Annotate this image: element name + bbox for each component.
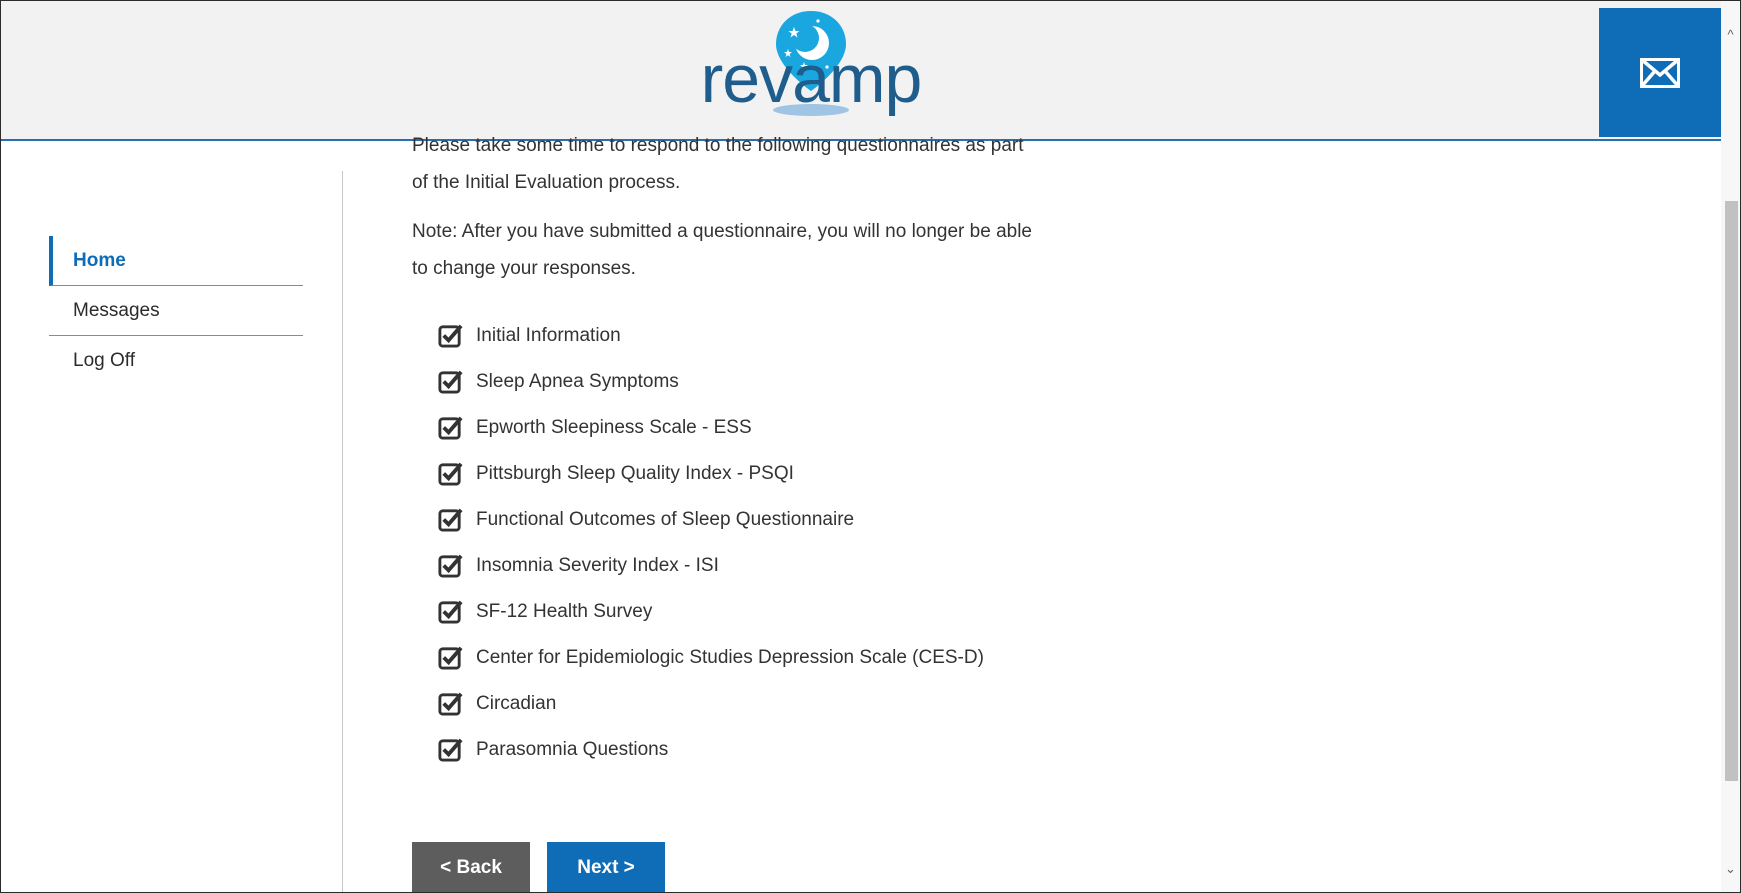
questionnaire-label: Circadian: [476, 692, 557, 714]
checked-checkbox-icon: [438, 600, 463, 624]
main-content: Please take some time to respond to the …: [412, 127, 1172, 772]
questionnaire-label: Insomnia Severity Index - ISI: [476, 554, 719, 576]
scrollbar-thumb[interactable]: [1725, 201, 1738, 781]
questionnaire-item[interactable]: Sleep Apnea Symptoms: [437, 358, 1172, 404]
intro-line-1: Please take some time to respond to the …: [412, 135, 1024, 156]
questionnaire-label: Parasomnia Questions: [476, 738, 669, 760]
questionnaire-label: Functional Outcomes of Sleep Questionnai…: [476, 508, 855, 530]
note-text: Note: After you have submitted a questio…: [412, 213, 1172, 287]
questionnaire-label: Epworth Sleepiness Scale - ESS: [476, 416, 752, 438]
vertical-scrollbar[interactable]: ^ ⌄: [1721, 1, 1740, 892]
questionnaire-item[interactable]: Functional Outcomes of Sleep Questionnai…: [437, 496, 1172, 542]
next-button[interactable]: Next >: [547, 842, 665, 892]
questionnaire-item[interactable]: Epworth Sleepiness Scale - ESS: [437, 404, 1172, 450]
checked-checkbox-icon: [438, 692, 463, 716]
questionnaire-list: Initial Information Sleep Apnea Symptoms…: [437, 312, 1172, 772]
questionnaire-item[interactable]: Pittsburgh Sleep Quality Index - PSQI: [437, 450, 1172, 496]
questionnaire-item[interactable]: Circadian: [437, 680, 1172, 726]
questionnaire-item[interactable]: Initial Information: [437, 312, 1172, 358]
sidebar-item-home[interactable]: Home: [49, 236, 303, 286]
revamp-logo[interactable]: revamp: [696, 7, 926, 137]
questionnaire-item[interactable]: SF-12 Health Survey: [437, 588, 1172, 634]
checked-checkbox-icon: [438, 462, 463, 486]
checked-checkbox-icon: [438, 508, 463, 532]
checked-checkbox-icon: [438, 370, 463, 394]
app-window: revamp ^ ⌄ Home Messages Log Off Please …: [0, 0, 1741, 893]
scroll-up-arrow-icon[interactable]: ^: [1721, 27, 1740, 47]
note-line-2: to change your responses.: [412, 258, 636, 279]
checked-checkbox-icon: [438, 738, 463, 762]
questionnaire-item[interactable]: Insomnia Severity Index - ISI: [437, 542, 1172, 588]
logo-wordmark: revamp: [700, 41, 923, 117]
questionnaire-label: Pittsburgh Sleep Quality Index - PSQI: [476, 462, 794, 484]
back-button[interactable]: < Back: [412, 842, 530, 892]
note-line-1: Note: After you have submitted a questio…: [412, 221, 1032, 242]
checked-checkbox-icon: [438, 646, 463, 670]
sidebar-item-log-off[interactable]: Log Off: [49, 336, 303, 386]
messages-envelope-button[interactable]: [1599, 8, 1721, 137]
questionnaire-label: Sleep Apnea Symptoms: [476, 370, 679, 392]
checked-checkbox-icon: [438, 554, 463, 578]
intro-text: Please take some time to respond to the …: [412, 127, 1172, 201]
scroll-down-arrow-icon[interactable]: ⌄: [1721, 861, 1740, 881]
checked-checkbox-icon: [438, 324, 463, 348]
sidebar-divider: [342, 171, 343, 892]
questionnaire-label: Center for Epidemiologic Studies Depress…: [476, 646, 984, 668]
questionnaire-item[interactable]: Parasomnia Questions: [437, 726, 1172, 772]
header-bar: revamp: [1, 1, 1740, 141]
checked-checkbox-icon: [438, 416, 463, 440]
intro-line-2: of the Initial Evaluation process.: [412, 172, 681, 193]
envelope-icon: [1640, 57, 1680, 88]
sidebar-item-messages[interactable]: Messages: [49, 286, 303, 336]
questionnaire-item[interactable]: Center for Epidemiologic Studies Depress…: [437, 634, 1172, 680]
questionnaire-label: SF-12 Health Survey: [476, 600, 653, 622]
questionnaire-label: Initial Information: [476, 324, 621, 346]
sidebar-nav: Home Messages Log Off: [49, 236, 303, 386]
